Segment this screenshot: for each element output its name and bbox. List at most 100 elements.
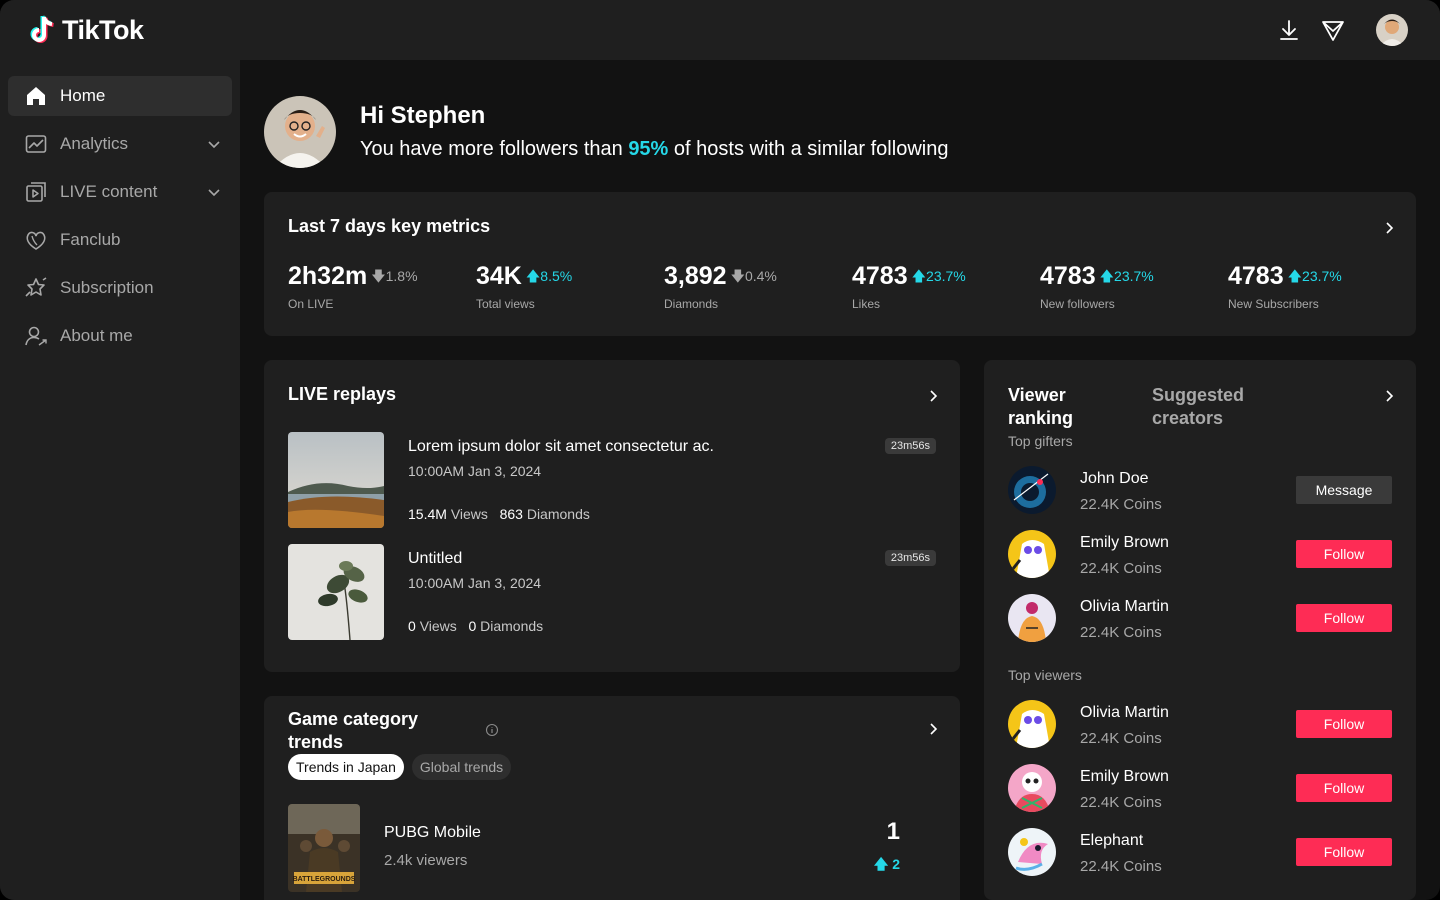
gifter-row: Emily Brown 22.4K Coins Follow xyxy=(1008,530,1392,578)
app-name: TikTok xyxy=(62,14,144,45)
tiktok-logo[interactable]: TikTok xyxy=(30,14,144,46)
avatar[interactable] xyxy=(1008,828,1056,876)
follow-button[interactable]: Follow xyxy=(1296,540,1392,568)
metric-label: Diamonds xyxy=(664,297,719,311)
sidebar-item-home[interactable]: Home xyxy=(8,76,232,116)
viewer-row: Elephant 22.4K Coins Follow xyxy=(1008,828,1392,876)
follow-button[interactable]: Follow xyxy=(1296,710,1392,738)
chevron-down-icon[interactable] xyxy=(206,184,222,200)
sidebar-item-about-me[interactable]: About me xyxy=(8,316,232,356)
replay-thumbnail[interactable] xyxy=(288,544,384,640)
chevron-right-icon[interactable] xyxy=(1381,220,1397,236)
gifter-row: John Doe 22.4K Coins Message xyxy=(1008,466,1392,514)
sidebar-item-label: LIVE content xyxy=(60,182,158,201)
live-replays-card: LIVE replays Lorem ipsum dolor sit amet … xyxy=(264,360,960,672)
metric-label: New followers xyxy=(1040,297,1115,311)
replay-item[interactable]: Untitled 10:00AM Jan 3, 2024 0 Views 0 D… xyxy=(288,544,936,640)
avatar[interactable] xyxy=(1008,594,1056,642)
download-button[interactable] xyxy=(1275,16,1303,44)
home-icon xyxy=(24,84,48,108)
chevron-right-icon[interactable] xyxy=(925,721,941,737)
person-coins: 22.4K Coins xyxy=(1080,560,1162,577)
replay-date: 10:00AM Jan 3, 2024 xyxy=(408,575,542,591)
arrow-up-icon: 🡅 xyxy=(1287,268,1303,284)
sidebar-item-live-content[interactable]: LIVE content xyxy=(8,172,232,212)
sidebar-item-label: Subscription xyxy=(60,278,154,297)
game-thumbnail[interactable]: BATTLEGROUNDS xyxy=(288,804,360,892)
game-viewers: 2.4k viewers xyxy=(384,852,468,869)
chart-icon xyxy=(24,132,48,156)
main-content: Hi Stephen You have more followers than … xyxy=(240,60,1440,900)
viewer-ranking-card: Viewer ranking Suggested creators Top gi… xyxy=(984,360,1416,900)
live-replays-title: LIVE replays xyxy=(288,384,397,404)
replay-duration-badge: 23m56s xyxy=(884,438,936,454)
replay-diamonds-label: Diamonds xyxy=(480,618,544,634)
metric-delta-value: 8.5% xyxy=(540,268,573,284)
sidebar-item-subscription[interactable]: Subscription xyxy=(8,268,232,308)
metric-new-followers: 4783 🡅23.7% New followers xyxy=(1040,262,1154,311)
person-name: John Doe xyxy=(1080,470,1149,487)
replay-thumbnail[interactable] xyxy=(288,432,384,528)
replay-stats: 0 Views 0 Diamonds xyxy=(408,618,543,634)
metric-value: 34K xyxy=(476,262,522,290)
tab-suggested-creators[interactable]: Suggested creators xyxy=(1152,384,1272,430)
metric-delta: 🡅23.7% xyxy=(912,266,966,290)
greeting-subtitle: You have more followers than 95% of host… xyxy=(360,138,948,161)
metric-label: Likes xyxy=(852,297,881,311)
tab-global-trends[interactable]: Global trends xyxy=(411,754,512,780)
metric-delta: 🡅23.7% xyxy=(1100,266,1154,290)
replay-title: Lorem ipsum dolor sit amet consectetur a… xyxy=(408,438,714,455)
person-coins: 22.4K Coins xyxy=(1080,794,1162,811)
greeting-text-before: You have more followers than xyxy=(360,138,629,160)
tab-trends-in-japan[interactable]: Trends in Japan xyxy=(288,754,404,780)
send-button[interactable] xyxy=(1319,16,1347,44)
avatar[interactable] xyxy=(1008,700,1056,748)
game-rank: 1 xyxy=(886,818,900,845)
sidebar-item-analytics[interactable]: Analytics xyxy=(8,124,232,164)
metric-delta: 🡇0.4% xyxy=(731,266,777,290)
avatar[interactable] xyxy=(1008,466,1056,514)
sidebar-item-fanclub[interactable]: Fanclub xyxy=(8,220,232,260)
sidebar-item-label: Fanclub xyxy=(60,230,121,249)
send-icon xyxy=(1322,21,1344,41)
app-window: TikTok Home Analytics LIVE content Fancl… xyxy=(0,0,1440,900)
key-metrics-title: Last 7 days key metrics xyxy=(288,216,491,236)
info-icon[interactable] xyxy=(485,723,499,737)
top-viewers-label: Top viewers xyxy=(1008,667,1082,683)
person-coins: 22.4K Coins xyxy=(1080,730,1162,747)
replay-views: 15.4M xyxy=(408,506,447,522)
follow-button[interactable]: Follow xyxy=(1296,838,1392,866)
profile-avatar[interactable] xyxy=(1376,14,1408,46)
chevron-right-icon[interactable] xyxy=(1381,388,1397,404)
replay-views-label: Views xyxy=(450,506,488,522)
person-coins: 22.4K Coins xyxy=(1080,496,1162,513)
arrow-up-icon: 🡅 xyxy=(525,268,541,284)
replay-diamonds-label: Diamonds xyxy=(526,506,590,522)
game-item[interactable]: BATTLEGROUNDS PUBG Mobile 2.4k viewers 1… xyxy=(288,804,936,892)
replay-duration-badge: 23m56s xyxy=(884,550,936,566)
replay-diamonds: 863 xyxy=(499,506,523,522)
chevron-down-icon[interactable] xyxy=(206,136,222,152)
metric-label: New Subscribers xyxy=(1228,297,1319,311)
metric-delta: 🡅8.5% xyxy=(526,266,572,290)
game-rank-change-value: 2 xyxy=(892,856,900,872)
avatar[interactable] xyxy=(1008,530,1056,578)
follow-button[interactable]: Follow xyxy=(1296,604,1392,632)
replay-views-label: Views xyxy=(419,618,457,634)
replay-diamonds: 0 xyxy=(468,618,477,634)
message-button[interactable]: Message xyxy=(1296,476,1392,504)
replay-item[interactable]: Lorem ipsum dolor sit amet consectetur a… xyxy=(288,432,936,528)
chevron-right-icon[interactable] xyxy=(925,388,941,404)
tab-viewer-ranking[interactable]: Viewer ranking xyxy=(1008,384,1108,430)
game-trends-title: Game category trends xyxy=(288,709,419,752)
game-title: PUBG Mobile xyxy=(384,824,481,841)
metric-label: Total views xyxy=(476,297,535,311)
follow-button[interactable]: Follow xyxy=(1296,774,1392,802)
avatar-image xyxy=(1376,14,1408,46)
person-name: Elephant xyxy=(1080,832,1144,849)
greeting-text-after: of hosts with a similar following xyxy=(668,138,949,160)
avatar[interactable] xyxy=(1008,764,1056,812)
person-name: Olivia Martin xyxy=(1080,704,1169,721)
person-name: Emily Brown xyxy=(1080,768,1169,785)
viewer-row: Emily Brown 22.4K Coins Follow xyxy=(1008,764,1392,812)
